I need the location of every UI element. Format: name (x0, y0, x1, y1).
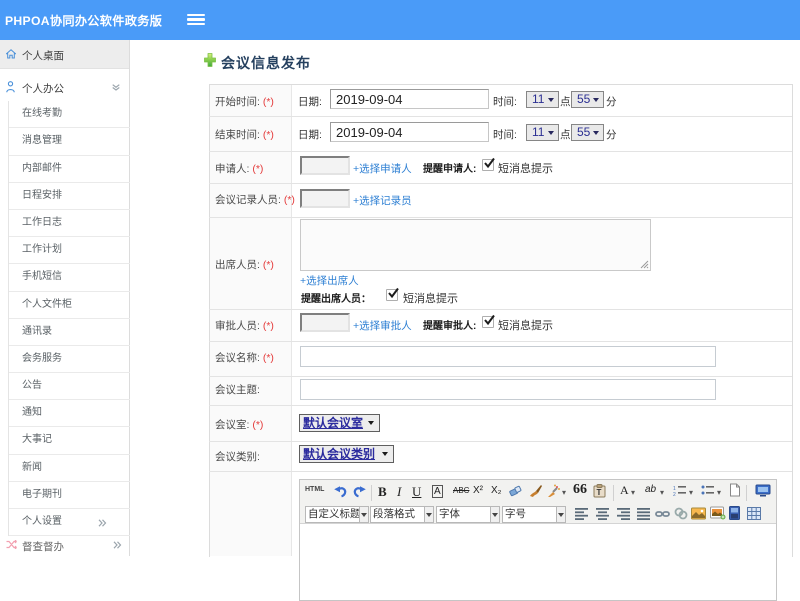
svg-text:T: T (597, 488, 602, 497)
svg-text:2: 2 (673, 492, 676, 497)
